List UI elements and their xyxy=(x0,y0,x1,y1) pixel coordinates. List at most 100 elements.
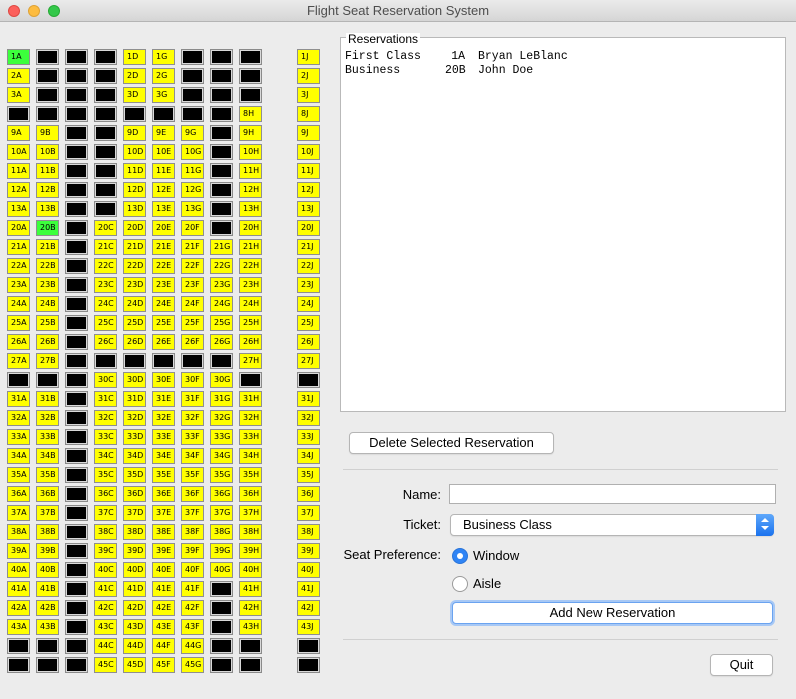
seat-open[interactable]: 1J xyxy=(297,49,320,65)
seat-open[interactable]: 13B xyxy=(36,201,59,217)
seat-open[interactable]: 31C xyxy=(94,391,117,407)
seat-booked[interactable]: 1A xyxy=(7,49,30,65)
seat-open[interactable]: 11H xyxy=(239,163,262,179)
seat-open[interactable]: 26A xyxy=(7,334,30,350)
seat-open[interactable]: 30C xyxy=(94,372,117,388)
seat-open[interactable]: 39D xyxy=(123,543,146,559)
seat-open[interactable]: 40J xyxy=(297,562,320,578)
seat-open[interactable]: 43B xyxy=(36,619,59,635)
seat-open[interactable]: 41A xyxy=(7,581,30,597)
seat-open[interactable]: 30F xyxy=(181,372,204,388)
seat-open[interactable]: 11A xyxy=(7,163,30,179)
seat-open[interactable]: 42J xyxy=(297,600,320,616)
seat-open[interactable]: 9D xyxy=(123,125,146,141)
seat-open[interactable]: 21F xyxy=(181,239,204,255)
seat-open[interactable]: 12J xyxy=(297,182,320,198)
seat-open[interactable]: 39H xyxy=(239,543,262,559)
seat-open[interactable]: 24C xyxy=(94,296,117,312)
seat-open[interactable]: 41E xyxy=(152,581,175,597)
seat-open[interactable]: 11B xyxy=(36,163,59,179)
seat-open[interactable]: 11G xyxy=(181,163,204,179)
ticket-select[interactable]: Business Class xyxy=(450,514,774,536)
seat-open[interactable]: 36C xyxy=(94,486,117,502)
seat-open[interactable]: 26D xyxy=(123,334,146,350)
reservation-row[interactable]: Business 20B John Doe xyxy=(345,64,781,78)
seat-open[interactable]: 40F xyxy=(181,562,204,578)
seat-open[interactable]: 21J xyxy=(297,239,320,255)
seat-open[interactable]: 9B xyxy=(36,125,59,141)
seat-open[interactable]: 13D xyxy=(123,201,146,217)
seat-open[interactable]: 45G xyxy=(181,657,204,673)
seat-open[interactable]: 21C xyxy=(94,239,117,255)
seat-open[interactable]: 27H xyxy=(239,353,262,369)
seat-open[interactable]: 38C xyxy=(94,524,117,540)
seat-open[interactable]: 9J xyxy=(297,125,320,141)
seat-open[interactable]: 3D xyxy=(123,87,146,103)
seat-open[interactable]: 26F xyxy=(181,334,204,350)
seat-open[interactable]: 36D xyxy=(123,486,146,502)
seat-open[interactable]: 35B xyxy=(36,467,59,483)
seat-open[interactable]: 37D xyxy=(123,505,146,521)
seat-open[interactable]: 12A xyxy=(7,182,30,198)
seat-open[interactable]: 44D xyxy=(123,638,146,654)
seat-open[interactable]: 13G xyxy=(181,201,204,217)
seat-open[interactable]: 36J xyxy=(297,486,320,502)
seat-open[interactable]: 20C xyxy=(94,220,117,236)
quit-button[interactable]: Quit xyxy=(710,654,773,676)
seat-open[interactable]: 40G xyxy=(210,562,233,578)
seat-open[interactable]: 23A xyxy=(7,277,30,293)
seat-open[interactable]: 24F xyxy=(181,296,204,312)
seat-open[interactable]: 21A xyxy=(7,239,30,255)
seat-open[interactable]: 25A xyxy=(7,315,30,331)
seat-open[interactable]: 39A xyxy=(7,543,30,559)
seat-open[interactable]: 22G xyxy=(210,258,233,274)
seat-open[interactable]: 32B xyxy=(36,410,59,426)
seat-open[interactable]: 34H xyxy=(239,448,262,464)
seat-open[interactable]: 35G xyxy=(210,467,233,483)
seat-open[interactable]: 3A xyxy=(7,87,30,103)
seat-open[interactable]: 31A xyxy=(7,391,30,407)
seat-open[interactable]: 41H xyxy=(239,581,262,597)
seat-open[interactable]: 12H xyxy=(239,182,262,198)
add-reservation-button[interactable]: Add New Reservation xyxy=(452,602,773,624)
seat-open[interactable]: 43D xyxy=(123,619,146,635)
seat-open[interactable]: 40B xyxy=(36,562,59,578)
seat-open[interactable]: 26J xyxy=(297,334,320,350)
seat-open[interactable]: 41J xyxy=(297,581,320,597)
seat-open[interactable]: 35E xyxy=(152,467,175,483)
seat-open[interactable]: 42C xyxy=(94,600,117,616)
seat-open[interactable]: 30G xyxy=(210,372,233,388)
seat-open[interactable]: 33H xyxy=(239,429,262,445)
seat-open[interactable]: 2D xyxy=(123,68,146,84)
seat-open[interactable]: 10H xyxy=(239,144,262,160)
seat-open[interactable]: 26H xyxy=(239,334,262,350)
seat-open[interactable]: 39J xyxy=(297,543,320,559)
seat-open[interactable]: 42A xyxy=(7,600,30,616)
seat-open[interactable]: 33C xyxy=(94,429,117,445)
seat-open[interactable]: 37H xyxy=(239,505,262,521)
reservation-row[interactable]: First Class 1A Bryan LeBlanc xyxy=(345,50,781,64)
seat-open[interactable]: 37G xyxy=(210,505,233,521)
seat-open[interactable]: 12E xyxy=(152,182,175,198)
seat-open[interactable]: 35F xyxy=(181,467,204,483)
seat-open[interactable]: 11E xyxy=(152,163,175,179)
seat-open[interactable]: 20J xyxy=(297,220,320,236)
seat-open[interactable]: 38E xyxy=(152,524,175,540)
seat-open[interactable]: 34C xyxy=(94,448,117,464)
seat-open[interactable]: 32E xyxy=(152,410,175,426)
seat-open[interactable]: 38B xyxy=(36,524,59,540)
seat-open[interactable]: 31D xyxy=(123,391,146,407)
seat-open[interactable]: 25B xyxy=(36,315,59,331)
seat-open[interactable]: 39F xyxy=(181,543,204,559)
seat-open[interactable]: 20F xyxy=(181,220,204,236)
aisle-radio[interactable] xyxy=(452,576,468,592)
seat-open[interactable]: 32C xyxy=(94,410,117,426)
seat-open[interactable]: 25G xyxy=(210,315,233,331)
seat-open[interactable]: 44F xyxy=(152,638,175,654)
seat-open[interactable]: 45D xyxy=(123,657,146,673)
seat-open[interactable]: 26B xyxy=(36,334,59,350)
seat-open[interactable]: 24G xyxy=(210,296,233,312)
seat-open[interactable]: 25J xyxy=(297,315,320,331)
seat-open[interactable]: 36F xyxy=(181,486,204,502)
seat-open[interactable]: 13A xyxy=(7,201,30,217)
